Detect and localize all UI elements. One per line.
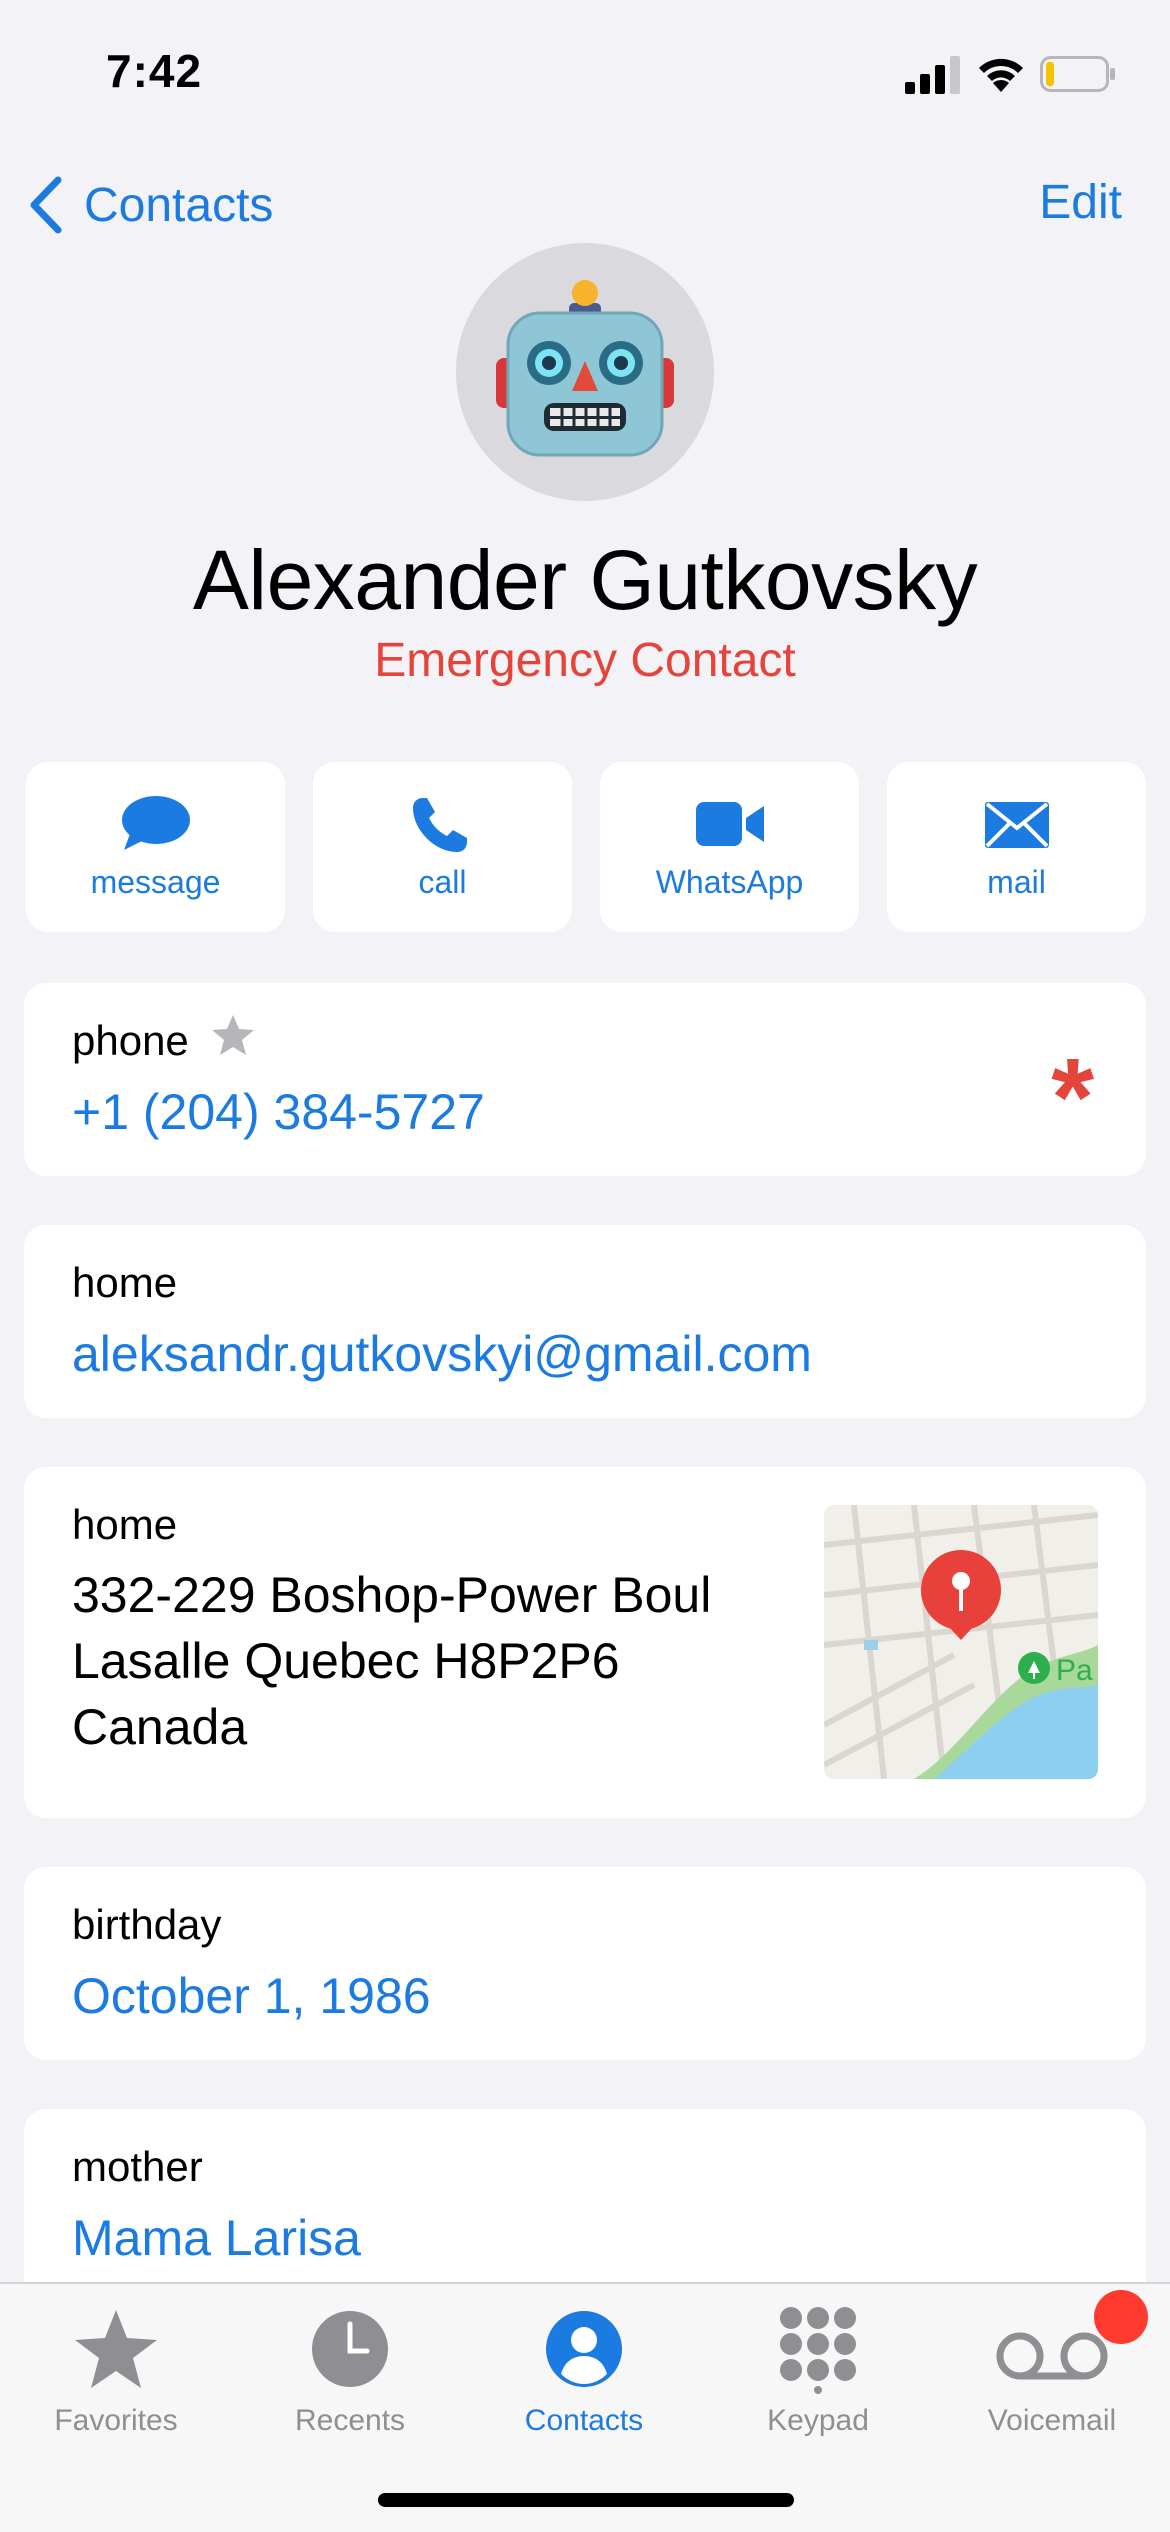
map-park-label: Pa [1056,1654,1093,1687]
keypad-icon [780,2307,856,2394]
tab-recents-label: Recents [294,2404,406,2437]
map-image: Pa [824,1505,1098,1779]
battery-icon [1040,56,1115,92]
birthday-date[interactable]: October 1, 1986 [72,1967,431,2025]
whatsapp-button-label: WhatsApp [655,863,804,900]
message-button[interactable]: message [26,762,285,932]
clock-icon [312,2311,388,2387]
relation-label: mother [72,2143,203,2190]
favorite-star-icon [212,1015,254,1055]
contact-name: Alexander Gutkovsky [192,533,978,627]
person-circle-icon [546,2311,622,2387]
relation-name[interactable]: Mama Larisa [72,2209,361,2267]
birthday-label: birthday [72,1901,222,1948]
tab-favorites[interactable]: Favorites [16,2304,216,2438]
quick-actions: message call WhatsApp mail [26,762,1146,932]
birthday-card[interactable]: birthday October 1, 1986 [24,1867,1146,2060]
mail-button[interactable]: mail [887,762,1146,932]
address-line: Lasalle Quebec H8P2P6 [72,1633,620,1689]
map-thumbnail[interactable]: Pa [824,1505,1098,1779]
phone-icon [412,797,467,852]
phone-card[interactable]: phone +1 (204) 384-5727 * [24,983,1146,1176]
relation-card[interactable]: mother Mama Larisa [24,2109,1146,2302]
back-button-label: Contacts [84,178,274,232]
whatsapp-button[interactable]: WhatsApp [600,762,859,932]
emergency-contact-label: Emergency Contact [374,634,796,687]
mail-button-label: mail [987,863,1046,900]
status-bar: 7:42 [0,0,1170,140]
cellular-signal-icon [905,56,960,94]
tab-contacts[interactable]: Contacts [484,2304,684,2438]
address-text[interactable]: 332-229 Boshop-Power Boul Lasalle Quebec… [72,1562,711,1760]
tab-voicemail-label: Voicemail [987,2404,1117,2437]
tab-recents[interactable]: Recents [250,2304,450,2438]
emergency-asterisk-icon: * [1051,1036,1094,1159]
star-icon [75,2310,157,2388]
voicemail-badge [1094,2290,1148,2344]
call-button-label: call [418,863,467,900]
phone-number[interactable]: +1 (204) 384-5727 [72,1083,485,1141]
address-line: Canada [72,1699,248,1755]
wifi-icon [979,58,1023,92]
home-indicator[interactable] [378,2493,794,2507]
avatar[interactable] [456,243,714,501]
email-address[interactable]: aleksandr.gutkovskyi@gmail.com [72,1325,812,1383]
tab-keypad[interactable]: Keypad [718,2304,918,2438]
tab-keypad-label: Keypad [767,2404,869,2437]
address-card[interactable]: home 332-229 Boshop-Power Boul Lasalle Q… [24,1467,1146,1818]
address-line: 332-229 Boshop-Power Boul [72,1567,712,1623]
message-button-label: message [90,863,221,900]
message-bubble-icon [121,795,190,850]
call-button[interactable]: call [313,762,572,932]
email-card[interactable]: home aleksandr.gutkovskyi@gmail.com [24,1225,1146,1418]
video-icon [695,801,764,846]
chevron-left-icon [30,176,62,234]
status-time: 7:42 [106,45,203,97]
tab-contacts-label: Contacts [524,2404,644,2437]
back-button[interactable]: Contacts [26,170,273,240]
phone-label: phone [72,1017,189,1064]
tab-favorites-label: Favorites [54,2404,178,2437]
email-label: home [72,1259,178,1306]
address-label: home [72,1501,178,1548]
envelope-icon [984,801,1049,848]
edit-button[interactable]: Edit [1039,175,1122,230]
robot-icon [496,280,674,457]
